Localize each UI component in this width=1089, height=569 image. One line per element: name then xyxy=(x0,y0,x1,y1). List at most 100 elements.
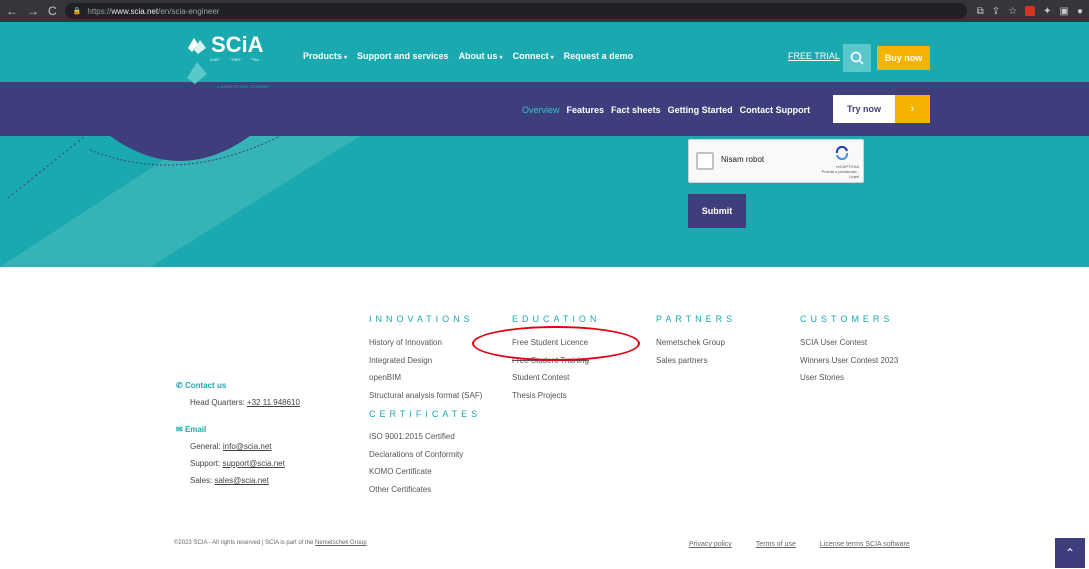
footer-link[interactable]: Student Contest xyxy=(512,369,600,387)
hero-decoration xyxy=(0,136,360,267)
back-icon[interactable]: ← xyxy=(6,4,18,18)
general-label: General: xyxy=(190,442,223,451)
footer-link[interactable]: Winners User Contest 2023 xyxy=(800,352,898,370)
education-title: EDUCATION xyxy=(512,314,601,324)
footer-logo[interactable]: SCiA A NEMETSCHEK COMPANY xyxy=(175,52,287,89)
search-icon xyxy=(850,51,864,65)
main-nav: Products ▾ Support and services About us ▾… xyxy=(303,51,633,61)
submit-button[interactable]: Submit xyxy=(688,194,746,228)
recaptcha-checkbox[interactable] xyxy=(696,152,714,170)
buy-now-button[interactable]: Buy now xyxy=(877,46,930,70)
footer-logo-text: SCiA xyxy=(215,53,287,86)
footer-link[interactable]: Other Certificates xyxy=(369,481,482,499)
chevron-down-icon: ▾ xyxy=(499,55,503,61)
customers-column: CUSTOMERS SCIA User Contest Winners User… xyxy=(800,313,898,387)
hq-line: Head Quarters: +32 11 948610 xyxy=(176,394,300,411)
footer-link[interactable]: openBIM xyxy=(369,369,482,387)
nav-about[interactable]: About us ▾ xyxy=(459,51,503,61)
sidepanel-icon[interactable]: ▣ xyxy=(1060,6,1069,17)
nav-label: Connect xyxy=(512,51,549,61)
license-terms-link[interactable]: License terms SCIA software xyxy=(820,541,910,548)
nav-request-demo[interactable]: Request a demo xyxy=(564,51,634,61)
privacy-policy-link[interactable]: Privacy policy xyxy=(689,541,732,548)
search-button[interactable] xyxy=(843,44,871,72)
subnav-features[interactable]: Features xyxy=(567,105,605,115)
chevron-down-icon: ▾ xyxy=(344,55,348,61)
recaptcha-widget: Nisam robot reCAPTCHA Pravila o privatnos… xyxy=(688,139,864,183)
subnav-getting-started[interactable]: Getting Started xyxy=(668,105,733,115)
star-icon[interactable]: ☆ xyxy=(1008,6,1017,17)
forward-icon[interactable]: → xyxy=(27,4,39,18)
url-prefix: https:// xyxy=(87,6,112,16)
recaptcha-terms[interactable]: Pravila o privatnosti - Uvjeti xyxy=(811,169,859,179)
partners-title: PARTNERS xyxy=(656,314,737,324)
address-bar[interactable]: 🔒 https://www.scia.net/en/scia-engineer xyxy=(64,3,967,19)
lock-icon: 🔒 xyxy=(72,8,82,15)
sales-email-line: Sales: sales@scia.net xyxy=(176,472,300,489)
chevron-down-icon: ▾ xyxy=(550,55,554,61)
footer-link[interactable]: History of Innovation xyxy=(369,334,482,352)
extensions-icon[interactable]: ✦ xyxy=(1043,6,1051,17)
footer-logo-subtitle: A NEMETSCHEK COMPANY xyxy=(217,84,270,89)
footer-link[interactable]: Sales partners xyxy=(656,352,736,370)
back-to-top-button[interactable]: ⌃ xyxy=(1055,538,1085,568)
nemetschek-link[interactable]: Nemetschek Group xyxy=(315,540,367,546)
recaptcha-icon xyxy=(835,146,849,160)
support-label: Support: xyxy=(190,459,223,468)
copyright-text: ©2023 SCIA - All rights reserved | SCIA … xyxy=(174,540,316,546)
recaptcha-label: Nisam robot xyxy=(721,155,765,164)
reload-icon[interactable]: C xyxy=(48,4,57,18)
try-now-arrow-button[interactable]: › xyxy=(895,95,930,123)
subnav-fact-sheets[interactable]: Fact sheets xyxy=(611,105,661,115)
terms-of-use-link[interactable]: Terms of use xyxy=(756,541,796,548)
site-header: SCiA A NEMETSCHEK COMPANY Products ▾ Supp… xyxy=(0,22,1089,82)
email-label: Email xyxy=(184,425,207,434)
form-section: Nisam robot reCAPTCHA Pravila o privatnos… xyxy=(0,136,1089,267)
mail-icon: ✉ xyxy=(176,425,185,434)
red-annotation-ellipse xyxy=(472,326,640,361)
innovations-title: INNOVATIONS xyxy=(369,314,474,324)
footer-link[interactable]: Structural analysis format (SAF) xyxy=(369,387,482,405)
footer-link[interactable]: SCIA User Contest xyxy=(800,334,898,352)
nav-connect[interactable]: Connect ▾ xyxy=(513,51,554,61)
nav-label: Support and services xyxy=(357,51,449,61)
pdf-extension-icon[interactable] xyxy=(1025,6,1036,16)
support-email-link[interactable]: support@scia.net xyxy=(222,459,284,468)
translate-icon[interactable]: ⧉ xyxy=(977,6,984,17)
legal-links: Privacy policy Terms of use License term… xyxy=(689,541,910,548)
general-email-link[interactable]: info@scia.net xyxy=(223,442,272,451)
footer-link[interactable]: Declarations of Conformity xyxy=(369,446,482,464)
subnav-overview[interactable]: Overview xyxy=(522,105,560,115)
footer-link[interactable]: KOMO Certificate xyxy=(369,463,482,481)
nav-products[interactable]: Products ▾ xyxy=(303,51,347,61)
footer-link[interactable]: Nemetschek Group xyxy=(656,334,736,352)
nav-support[interactable]: Support and services xyxy=(357,51,449,61)
certificates-title: CERTIFICATES xyxy=(369,409,482,419)
recaptcha-text: reCAPTCHA Pravila o privatnosti - Uvjeti xyxy=(811,164,859,179)
innovations-column: INNOVATIONS History of Innovation Integr… xyxy=(369,313,482,498)
url-host: www.scia.net xyxy=(111,6,159,16)
url-path: /en/scia-engineer xyxy=(158,6,220,16)
general-email-line: General: info@scia.net xyxy=(176,438,300,455)
footer-link[interactable]: User Stories xyxy=(800,369,898,387)
browser-toolbar: ← → C 🔒 https://www.scia.net/en/scia-eng… xyxy=(0,0,1089,22)
chevron-up-icon: ⌃ xyxy=(1064,546,1076,560)
product-subnav: Overview Features Fact sheets Getting St… xyxy=(0,82,1089,136)
profile-icon[interactable]: ● xyxy=(1077,6,1083,17)
hq-label: Head Quarters: xyxy=(190,398,247,407)
subnav-contact-support[interactable]: Contact Support xyxy=(740,105,811,115)
free-trial-link[interactable]: FREE TRIAL xyxy=(788,51,840,61)
chevron-right-icon: › xyxy=(910,103,915,115)
customers-title: CUSTOMERS xyxy=(800,314,894,324)
hq-phone-link[interactable]: +32 11 948610 xyxy=(247,398,300,407)
footer-link[interactable]: Thesis Projects xyxy=(512,387,600,405)
partners-column: PARTNERS Nemetschek Group Sales partners xyxy=(656,313,736,369)
footer-link[interactable]: Integrated Design xyxy=(369,352,482,370)
copyright: ©2023 SCIA - All rights reserved | SCIA … xyxy=(174,540,367,546)
footer-link[interactable]: ISO 9001:2015 Certified xyxy=(369,428,482,446)
scia-logo-mark-icon xyxy=(177,58,207,84)
try-now-button[interactable]: Try now xyxy=(833,95,895,123)
sales-email-link[interactable]: sales@scia.net xyxy=(214,476,268,485)
contact-us-heading: ✆ Contact us xyxy=(176,377,300,394)
share-icon[interactable]: ⇪ xyxy=(992,6,1000,17)
